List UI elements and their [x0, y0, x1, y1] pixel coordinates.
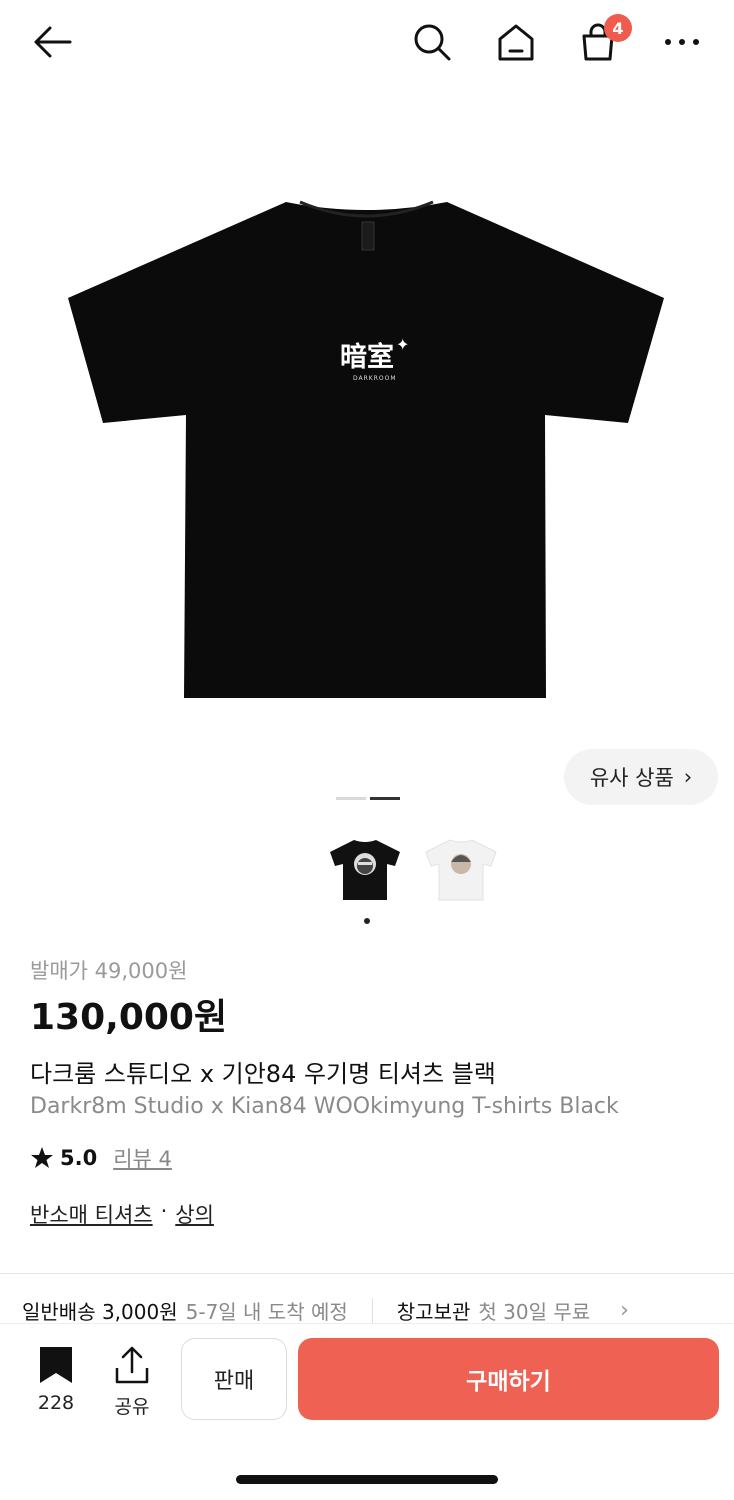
storage-note: 첫 30일 무료 — [478, 1300, 591, 1324]
option-thumbnails — [328, 832, 498, 906]
thumbnail-black[interactable] — [328, 832, 402, 906]
share-label: 공유 — [114, 1396, 150, 1418]
delivery-eta: 5-7일 내 도착 예정 — [185, 1300, 348, 1324]
sell-button[interactable]: 판매 — [181, 1338, 287, 1420]
search-button[interactable] — [408, 18, 456, 66]
category-breadcrumb: 반소매 티셔츠 · 상의 — [30, 1199, 214, 1229]
svg-text:✦: ✦ — [396, 335, 409, 354]
category-link-tops[interactable]: 상의 — [175, 1199, 214, 1229]
current-price: 130,000원 — [30, 997, 228, 1038]
pager-segment-active — [370, 797, 400, 800]
product-image-carousel[interactable]: 暗室 ✦ DARKROOM — [0, 90, 734, 790]
tshirt-white-thumbnail — [425, 839, 497, 901]
category-separator: · — [160, 1199, 168, 1223]
tshirt-print-brand: DARKROOM — [353, 375, 397, 382]
thumbnail-white[interactable] — [424, 832, 498, 906]
tshirt-print-hanja: 暗室 — [340, 341, 394, 373]
product-image: 暗室 ✦ DARKROOM — [68, 200, 664, 698]
section-divider — [0, 1273, 734, 1274]
rating-row: 5.0 리뷰 4 — [30, 1143, 172, 1173]
more-icon — [665, 39, 699, 45]
back-button[interactable] — [28, 20, 76, 64]
share-button[interactable]: 공유 — [104, 1346, 160, 1419]
chevron-right-icon: › — [620, 1298, 629, 1323]
bookmark-icon — [40, 1347, 72, 1383]
share-icon — [115, 1346, 149, 1384]
back-arrow-icon — [34, 26, 72, 58]
image-pager — [336, 797, 400, 800]
pager-segment — [336, 797, 366, 800]
bookmark-count: 228 — [37, 1392, 75, 1414]
category-link-short-sleeve[interactable]: 반소매 티셔츠 — [30, 1199, 153, 1229]
thumbnail-indicator — [364, 918, 370, 924]
home-indicator — [236, 1475, 498, 1484]
similar-products-button[interactable]: 유사 상품 › — [564, 749, 718, 805]
cart-count-badge: 4 — [604, 14, 632, 42]
delivery-type: 일반배송 3,000원 — [22, 1300, 178, 1324]
home-icon — [498, 24, 534, 61]
buy-button[interactable]: 구매하기 — [298, 1338, 719, 1420]
bookmark-button[interactable]: 228 — [30, 1346, 82, 1414]
delivery-info-row[interactable]: 일반배송 3,000원 5-7일 내 도착 예정 창고보관 첫 30일 무료 › — [22, 1296, 629, 1325]
tshirt-black-thumbnail — [330, 840, 400, 900]
product-title-korean: 다크룸 스튜디오 x 기안84 우기명 티셔츠 블랙 — [30, 1060, 496, 1088]
search-icon — [414, 24, 451, 61]
delivery-separator — [371, 1297, 373, 1324]
star-icon — [31, 1147, 53, 1168]
rating-score: 5.0 — [60, 1146, 98, 1170]
product-title-english: Darkr8m Studio x Kian84 WOOkimyung T-shi… — [30, 1094, 619, 1119]
more-menu-button[interactable] — [658, 18, 706, 66]
storage-label: 창고보관 — [396, 1300, 471, 1324]
release-price: 발매가 49,000원 — [30, 959, 188, 983]
chevron-right-icon: › — [683, 765, 693, 789]
similar-products-label: 유사 상품 — [589, 766, 674, 790]
top-navigation-bar: 4 — [0, 0, 734, 84]
home-button[interactable] — [492, 18, 540, 66]
review-link[interactable]: 리뷰 4 — [113, 1143, 172, 1173]
